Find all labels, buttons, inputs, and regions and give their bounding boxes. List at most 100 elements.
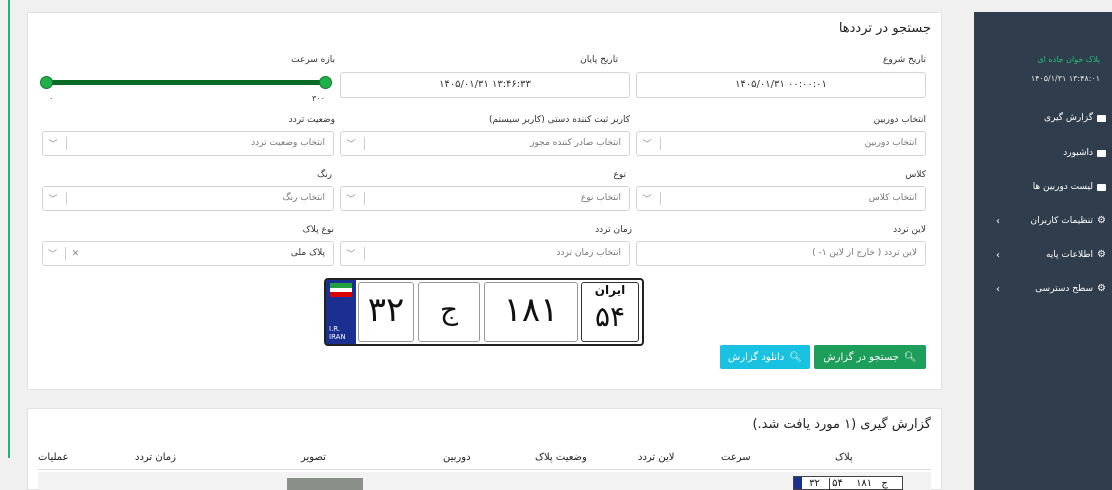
color-select-value: انتخاب رنگ (282, 193, 325, 203)
speed-range-label: بازه سرعت (291, 55, 335, 65)
search-panel-title: جستجو در ترددها (838, 21, 931, 36)
status-select[interactable]: انتخاب وضعیت تردد ﹀ (42, 131, 334, 156)
end-date-input[interactable]: ۱۴۰۵/۰۱/۳۱ ۱۳:۴۶:۳۳ (340, 72, 630, 98)
speed-max-tick: ۳۰۰ (312, 94, 325, 103)
chevron-left-icon: ‹ (996, 216, 1000, 227)
folder-icon (1097, 149, 1106, 157)
end-date-label: تاریخ پایان (580, 55, 618, 65)
type-select[interactable]: انتخاب نوع ﹀ (340, 186, 630, 211)
clear-icon[interactable]: ✕ (66, 249, 85, 259)
lane-label: لاین تردد (893, 225, 926, 235)
vehicle-image-thumbnail[interactable] (287, 478, 363, 490)
plate-part1[interactable]: ۳۲ (358, 280, 414, 344)
sidebar-item-base-info[interactable]: ⚙ اطلاعات پایه (1046, 249, 1106, 260)
time-select-value: انتخاب زمان تردد (556, 248, 621, 258)
chevron-left-icon: ‹ (996, 250, 1000, 261)
sidebar-item-access-level[interactable]: ⚙ سطح دسترسی (1035, 283, 1106, 294)
sidebar-item-reports[interactable]: گزارش گیری (1044, 113, 1106, 123)
camera-select-value: انتخاب دوربین (864, 138, 917, 148)
time-label: زمان تردد (595, 225, 632, 235)
chevron-left-icon: ‹ (996, 284, 1000, 295)
column-header: زمان تردد (135, 452, 176, 463)
folder-icon (1097, 114, 1106, 122)
start-date-input[interactable]: ۱۴۰۵/۰۱/۳۱ ۰۰:۰۰:۰۱ (636, 72, 926, 98)
chevron-down-icon: ﹀ (48, 140, 58, 150)
column-header: دوربین (443, 452, 471, 463)
plate-type-select[interactable]: پلاک ملی ﹀ ✕ (42, 241, 334, 266)
chevron-down-icon: ﹀ (48, 195, 58, 205)
lane-select-value: لاین تردد ( خارج از لاین ۱- ) (812, 248, 917, 258)
sidebar-item-label: داشبورد (1063, 148, 1093, 158)
download-report-label: دانلود گزارش (728, 351, 785, 363)
sidebar-item-label: لیست دوربین ها (1032, 182, 1093, 192)
plate-country-strip: I.R. IRAN (326, 280, 356, 344)
color-label: رنگ (317, 170, 332, 180)
gear-icon: ⚙ (1097, 283, 1106, 294)
chevron-down-icon: ﹀ (346, 195, 356, 205)
row-plate-part2: ۱۸۱ (856, 478, 873, 489)
sidebar-item-label: اطلاعات پایه (1045, 249, 1094, 260)
plate-ir-text: I.R. (329, 325, 341, 333)
status-label: وضعیت تردد (288, 115, 335, 125)
color-select[interactable]: انتخاب رنگ ﹀ (42, 186, 334, 211)
status-select-value: انتخاب وضعیت تردد (251, 138, 325, 148)
sidebar-item-dashboard[interactable]: داشبورد (1063, 148, 1106, 158)
column-header: عملیات (38, 452, 69, 463)
sidebar-datetime: ۱۴۰۵/۱/۳۱ ۱۳:۴۸:۰۱ (1030, 74, 1100, 83)
manual-user-select[interactable]: انتخاب صادر کننده مجوز ﹀ (340, 131, 630, 156)
plate-region-label: ایران (594, 283, 626, 297)
sidebar-item-label: سطح دسترسی (1035, 283, 1094, 294)
column-header: وضعیت پلاک (535, 452, 587, 463)
speed-slider-track[interactable] (46, 80, 326, 85)
search-report-button[interactable]: 🔍︎ جستجو در گزارش (814, 345, 926, 369)
sidebar-item-label: تنظیمات کاربران (1030, 215, 1094, 226)
column-header: تصویر (301, 452, 326, 463)
gear-icon: ⚙ (1097, 215, 1106, 226)
row-plate-part1: ۳۲ (809, 478, 820, 489)
plate-region: ۵۴ (594, 300, 626, 333)
speed-min-handle[interactable] (40, 76, 53, 89)
plate-type-select-value: پلاک ملی (290, 248, 325, 258)
gear-icon: ⚙ (1097, 249, 1106, 260)
chevron-down-icon: ﹀ (48, 250, 58, 260)
plate-letter[interactable]: ج (418, 280, 480, 344)
column-header: پلاک (835, 452, 853, 463)
column-header: سرعت (721, 452, 751, 463)
speed-min-tick: ۰ (49, 94, 54, 103)
sidebar-item-user-settings[interactable]: ⚙ تنظیمات کاربران (1030, 215, 1106, 226)
search-icon: 🔍︎ (789, 351, 802, 363)
folder-icon (1097, 183, 1106, 191)
manual-user-select-value: انتخاب صادر کننده مجوز (530, 138, 621, 148)
download-report-button[interactable]: 🔍︎ دانلود گزارش (720, 345, 810, 369)
plate-region-box[interactable]: ایران ۵۴ (581, 282, 639, 342)
plate-part2[interactable]: ۱۸۱ (484, 280, 578, 344)
chevron-down-icon: ﹀ (642, 195, 652, 205)
plate-iran-text: IRAN (329, 333, 346, 341)
camera-select[interactable]: انتخاب دوربین ﹀ (636, 131, 926, 156)
chevron-down-icon: ﹀ (346, 140, 356, 150)
speed-max-handle[interactable] (319, 76, 332, 89)
time-select[interactable]: انتخاب زمان تردد ﹀ (340, 241, 630, 266)
row-plate-letter: ج (881, 478, 888, 489)
sidebar: پلاک خوان جاده ای ۱۴۰۵/۱/۳۱ ۱۳:۴۸:۰۱ گزا… (974, 12, 1112, 490)
class-select[interactable]: انتخاب کلاس ﹀ (636, 186, 926, 211)
report-panel-title: گزارش گیری (۱ مورد یافت شد.) (752, 417, 931, 432)
chevron-down-icon: ﹀ (346, 250, 356, 260)
iran-flag-icon (330, 283, 352, 297)
left-accent-bar (8, 0, 10, 458)
manual-user-label: کاربر ثبت کننده دستی (کاربر سیستم) (489, 115, 630, 125)
row-plate: ۳۲ ج ۱۸۱ ۵۴ (793, 476, 903, 490)
report-table-header: پلاک سرعت لاین تردد وضعیت پلاک دوربین تص… (38, 448, 931, 470)
plate-type-label: نوع پلاک (302, 225, 334, 235)
type-select-value: انتخاب نوع (580, 193, 621, 203)
sidebar-brand: پلاک خوان جاده ای (1037, 55, 1100, 64)
sidebar-item-label: گزارش گیری (1044, 113, 1093, 123)
search-icon: 🔍︎ (903, 351, 917, 363)
lane-select[interactable]: لاین تردد ( خارج از لاین ۱- ) (636, 241, 926, 266)
camera-label: انتخاب دوربین (873, 115, 926, 125)
type-label: نوع (613, 170, 626, 180)
page: جستجو در ترددها تاریخ شروع ۱۴۰۵/۰۱/۳۱ ۰۰… (0, 0, 1112, 490)
sidebar-item-cameras[interactable]: لیست دوربین ها (1033, 182, 1106, 192)
search-report-label: جستجو در گزارش (823, 351, 899, 363)
plate-input[interactable]: I.R. IRAN ۳۲ ج ۱۸۱ ایران ۵۴ (324, 278, 644, 346)
